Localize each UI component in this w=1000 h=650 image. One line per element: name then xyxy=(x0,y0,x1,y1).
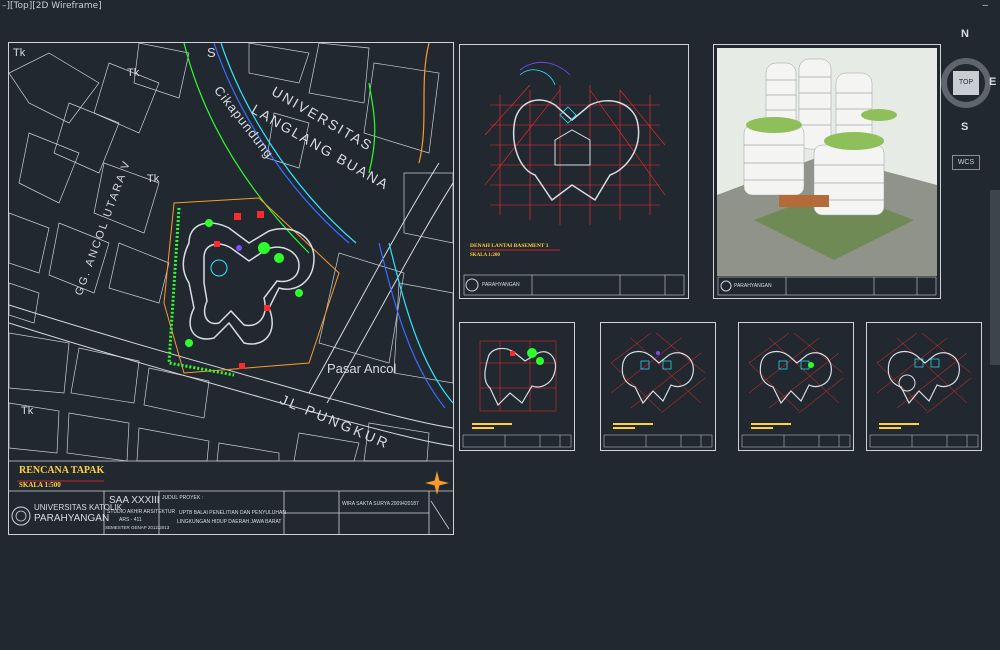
project-line1: UPTB BALAI PENELITIAN DAN PENYULUHAN xyxy=(179,510,286,516)
label-tk-4: Tk xyxy=(21,405,34,417)
basement-plan-drawing xyxy=(463,61,685,296)
viewcube[interactable]: TOP N S E xyxy=(940,28,998,143)
label-s: S xyxy=(207,45,216,60)
label-market: Pasar Ancol xyxy=(327,361,397,376)
floor-plan-sheet-1[interactable] xyxy=(459,322,575,451)
floor-plan-sheet-4[interactable] xyxy=(866,322,982,451)
label-tk-2: Tk xyxy=(127,67,140,79)
compass-north[interactable]: N xyxy=(961,28,969,40)
wcs-menu-button[interactable]: WCS xyxy=(952,155,980,170)
site-plan-scale: SKALA 1:500 xyxy=(19,481,61,489)
floor-plan-sheet-2[interactable] xyxy=(600,322,716,451)
building-render xyxy=(717,48,937,296)
floor-plan-sheet-3[interactable] xyxy=(738,322,854,451)
label-tk-3: Tk xyxy=(147,173,160,185)
student-id: 2009420187 xyxy=(391,501,419,507)
minimize-button[interactable]: – xyxy=(982,0,988,11)
floor-plan-drawing-3 xyxy=(741,332,851,448)
course-code: ARS - 411 xyxy=(119,517,142,523)
render-uni: PARAHYANGAN xyxy=(734,283,772,289)
basement-title: DENAH LANTAI BASEMENT 1 xyxy=(470,243,549,249)
site-plan-title: RENCANA TAPAK xyxy=(19,465,105,476)
project-line2: LINGKUNGAN HIDUP DAERAH JAWA BARAT xyxy=(177,519,282,525)
student-name: WIRA SAKTA SURYA xyxy=(342,501,391,507)
floor-plan-drawing-2 xyxy=(603,332,713,448)
semester: SEMESTER GENAP 2012/2013 xyxy=(105,525,170,530)
basement-uni: PARAHYANGAN xyxy=(482,282,520,288)
site-plan-sheet[interactable]: UNIVERSITAS LANGLANG BUANA Cikapundung G… xyxy=(8,42,454,535)
studio-name: STUDIO AKHIR ARSITEKTUR xyxy=(107,509,176,515)
basement-scale: SKALA 1:200 xyxy=(470,253,500,258)
label-tk-1: Tk xyxy=(13,47,26,59)
university-line2: PARAHYANGAN xyxy=(34,513,110,524)
viewport-label[interactable]: –][Top][2D Wireframe] xyxy=(2,1,102,11)
render-sheet[interactable]: PARAHYANGAN xyxy=(713,44,941,299)
compass-south[interactable]: S xyxy=(961,121,968,133)
floor-plan-drawing-1 xyxy=(462,340,572,448)
viewcube-top-face[interactable]: TOP xyxy=(953,71,979,95)
navigation-bar-scrollbar[interactable] xyxy=(990,190,1000,365)
course-name: SAA XXXIII xyxy=(109,495,160,506)
project-label: JUDUL PROYEK : xyxy=(162,495,203,501)
basement-plan-sheet[interactable]: DENAH LANTAI BASEMENT 1 SKALA 1:200 PARA… xyxy=(459,44,689,299)
floor-plan-drawing-4 xyxy=(869,332,979,448)
compass-east[interactable]: E xyxy=(989,76,996,88)
